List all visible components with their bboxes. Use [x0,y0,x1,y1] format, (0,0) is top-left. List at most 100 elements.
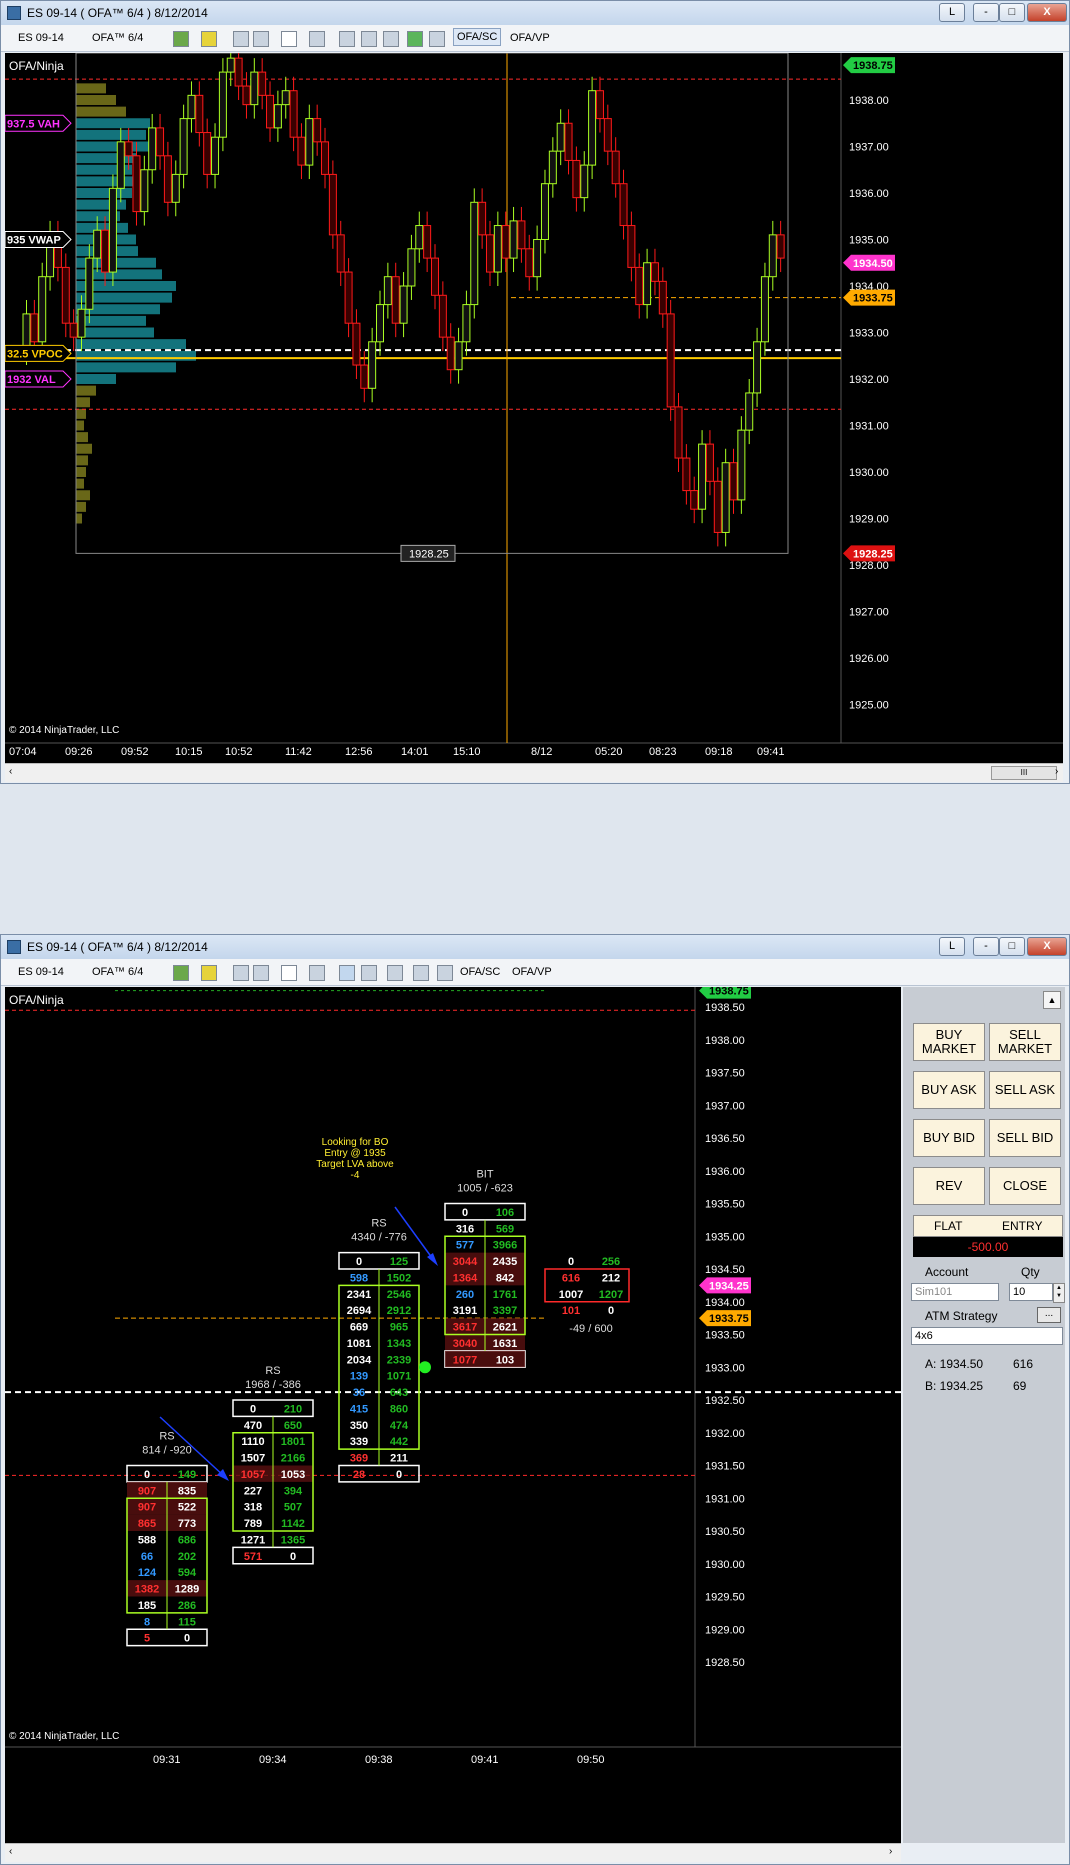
volume-profile-bar [76,420,84,431]
scroll-right-icon[interactable]: › [1055,766,1058,777]
strategy-icon[interactable] [413,965,429,981]
close-button[interactable]: X [1027,3,1067,22]
high-price-badge: 1938.75 [709,987,749,998]
maximize-button[interactable]: □ [999,937,1025,956]
minimize-button[interactable]: - [973,937,999,956]
bid-volume: 139 [350,1371,368,1383]
data-box-icon[interactable] [339,31,355,47]
properties-icon[interactable] [309,31,325,47]
volume-profile-bar [76,129,146,140]
atm-options-button[interactable]: ... [1037,1307,1061,1323]
candle-body [258,71,267,96]
close-position-button[interactable]: CLOSE [989,1167,1061,1205]
sell-bid-button[interactable]: SELL BID [989,1119,1061,1157]
scroll-up-icon[interactable]: ▲ [1043,991,1061,1009]
chart-toolbar: ES 09-14 OFA™ 6/4 OFA/SC OFA/VP [1,959,1069,986]
ask-volume: 286 [178,1600,196,1612]
ask-volume: 650 [284,1420,302,1432]
ask-volume: 2166 [281,1453,305,1465]
candle-body [273,104,282,129]
close-button[interactable]: X [1027,937,1067,956]
ask-volume: 1761 [493,1289,517,1301]
reverse-button[interactable]: REV [913,1167,985,1205]
buy-ask-button[interactable]: BUY ASK [913,1071,985,1109]
bid-volume: 2034 [347,1354,372,1366]
time-tick-label: 09:31 [153,1754,181,1766]
crosshair-icon[interactable] [281,31,297,47]
price-chart-svg: 1938.001937.001936.001935.001934.001933.… [5,53,1063,758]
bar-type-icon[interactable] [173,31,189,47]
volume-profile-bar [76,106,126,117]
window-title: ES 09-14 ( OFA™ 6/4 ) 8/12/2014 [27,6,208,20]
time-tick-label: 09:38 [365,1754,393,1766]
zoom-out-icon[interactable] [253,965,269,981]
price-chart-top[interactable]: 1938.00 1937.00 1936.00 1935.00 1934.00 1933.… [5,53,1063,763]
candle-body [352,322,361,366]
volume-profile-bar [76,176,142,187]
template-icon[interactable] [429,31,445,47]
strategy-icon[interactable] [383,31,399,47]
volume-profile-bar [76,443,92,454]
zoom-out-icon[interactable] [253,31,269,47]
scroll-right-icon[interactable]: › [889,1846,892,1857]
candle-body [454,341,463,371]
price-tick-label: 1929.50 [705,1592,745,1604]
footprint-chart[interactable]: 1938.50 1938.00 1937.50 1937.00 1936.50 1936.… [5,987,901,1843]
draw-tool-icon[interactable] [201,965,217,981]
atm-strategy-select[interactable]: 4x6 [911,1327,1063,1345]
order-panel-icon[interactable] [339,965,355,981]
tab-ofa-vp[interactable]: OFA/VP [509,964,555,980]
minimize-button[interactable]: - [973,3,999,22]
scroll-left-icon[interactable]: ‹ [9,766,12,777]
position-entry: ENTRY [1002,1219,1043,1233]
account-select[interactable]: Sim101 [911,1283,999,1301]
link-button[interactable]: L [939,937,965,956]
buy-bid-button[interactable]: BUY BID [913,1119,985,1157]
price-tick-label: 1933.00 [705,1362,745,1374]
time-tick-label: 09:52 [121,746,149,758]
data-box-icon[interactable] [361,965,377,981]
tab-ofa-sc[interactable]: OFA/SC [457,964,503,980]
bid-volume: 66 [141,1551,153,1563]
volume-profile-bar [76,362,176,373]
candle-body [446,336,455,371]
period-select[interactable]: OFA™ 6/4 [89,964,146,980]
horizontal-scrollbar[interactable]: ‹ › [5,1843,901,1862]
buy-market-button[interactable]: BUY MARKET [913,1023,985,1061]
price-tick-label: 1930.50 [705,1526,745,1538]
qty-input[interactable]: 10 [1009,1283,1053,1301]
properties-icon[interactable] [309,965,325,981]
candle-body [776,234,785,259]
zoom-in-icon[interactable] [233,31,249,47]
draw-tool-icon[interactable] [201,31,217,47]
sell-market-button[interactable]: SELL MARKET [989,1023,1061,1061]
indicator-icon[interactable] [387,965,403,981]
time-tick-label: 14:01 [401,746,429,758]
period-select[interactable]: OFA™ 6/4 [89,30,146,46]
link-button[interactable]: L [939,3,965,22]
instrument-select[interactable]: ES 09-14 [15,30,67,46]
dollar-icon[interactable] [407,31,423,47]
scroll-thumb[interactable]: III [991,766,1057,780]
bar-type-icon[interactable] [173,965,189,981]
bid-volume: 1110 [241,1436,264,1448]
bid-volume: 669 [350,1322,368,1334]
price-tick-label: 1928.00 [849,560,889,572]
indicator-icon[interactable] [361,31,377,47]
zoom-in-icon[interactable] [233,965,249,981]
template-icon[interactable] [437,965,453,981]
maximize-button[interactable]: □ [999,3,1025,22]
ask-volume: 594 [178,1567,197,1579]
time-tick-label: 09:50 [577,1754,605,1766]
tab-ofa-vp[interactable]: OFA/VP [507,30,553,46]
instrument-select[interactable]: ES 09-14 [15,964,67,980]
scroll-left-icon[interactable]: ‹ [9,1846,12,1857]
tab-ofa-sc[interactable]: OFA/SC [453,28,502,46]
candle-body [729,462,738,501]
sell-ask-button[interactable]: SELL ASK [989,1071,1061,1109]
crosshair-icon[interactable] [281,965,297,981]
bid-volume: 350 [350,1420,368,1432]
qty-spinner-icon[interactable]: ▲ ▼ [1053,1283,1065,1303]
horizontal-scrollbar[interactable]: ‹ III › [5,763,1063,782]
time-tick-label: 09:26 [65,746,93,758]
